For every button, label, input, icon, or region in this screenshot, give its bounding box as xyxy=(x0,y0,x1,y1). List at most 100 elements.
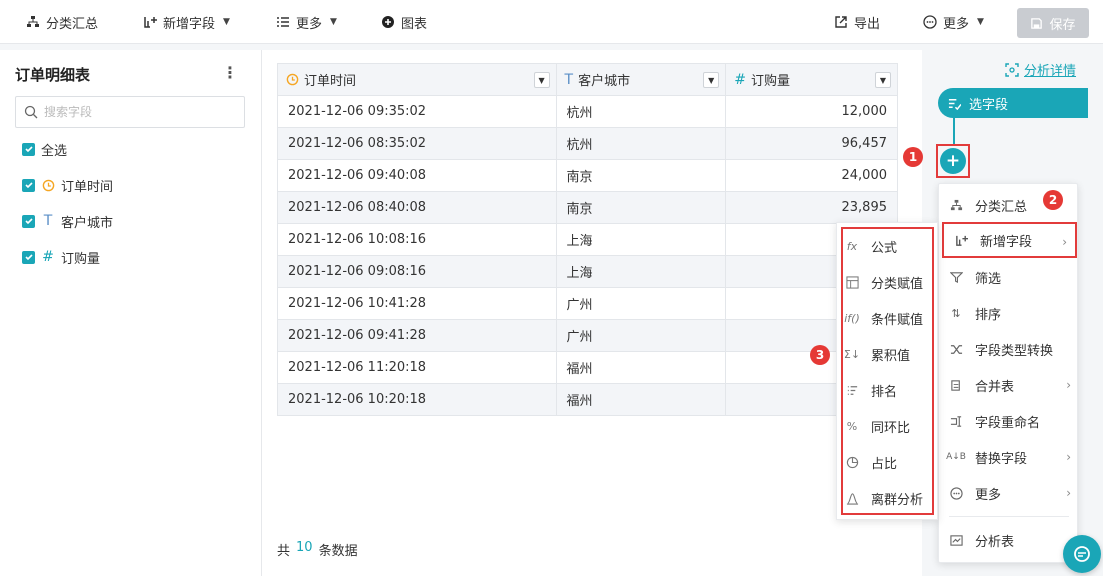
table-cell: 2021-12-06 09:35:02 xyxy=(277,95,557,128)
vertical-dots-icon[interactable]: ⋮ xyxy=(222,62,238,82)
menu-item-sort[interactable]: ⇅ 排序 xyxy=(939,295,1079,331)
table-cell: 福州 xyxy=(555,351,727,384)
submenu-item-label: 排名 xyxy=(871,384,898,400)
step-select-fields[interactable]: 选字段 xyxy=(938,88,1088,118)
more-button[interactable]: 更多 ▼ xyxy=(276,0,337,44)
text-type-icon: T xyxy=(43,213,53,229)
export-button[interactable]: 导出 xyxy=(834,0,880,44)
add-step-button[interactable]: + xyxy=(940,148,966,174)
column-header-customer-city[interactable]: T 客户城市 ▼ xyxy=(555,63,727,96)
submenu-item-period-compare[interactable]: % 同环比 xyxy=(845,408,910,444)
checkbox-checked-icon[interactable] xyxy=(22,250,35,264)
menu-item-label: 合并表 xyxy=(975,379,1015,395)
cumulative-icon: Σ↓ xyxy=(843,347,861,361)
pie-icon xyxy=(845,455,859,469)
hierarchy-icon xyxy=(949,198,963,212)
menu-item-label: 分类汇总 xyxy=(975,199,1028,215)
add-step-menu: 分类汇总 新增字段 › 筛选 ⇅ 排序 字段类型转换 合并表 › 字段重命名 A… xyxy=(938,183,1078,563)
add-field-icon xyxy=(954,233,968,247)
submenu-item-label: 同环比 xyxy=(871,420,911,436)
menu-item-replace-field[interactable]: A↓B 替换字段 › xyxy=(939,439,1079,475)
category-assign-icon xyxy=(845,275,859,289)
submenu-item-outlier[interactable]: 离群分析 xyxy=(845,480,923,516)
menu-item-rename-field[interactable]: 字段重命名 xyxy=(939,403,1079,439)
submenu-item-proportion[interactable]: 占比 xyxy=(845,444,897,480)
clock-icon xyxy=(41,178,55,192)
table-cell: 2021-12-06 08:40:08 xyxy=(277,191,557,224)
table-cell: 2021-12-06 09:08:16 xyxy=(277,255,557,288)
step-badge-1: 1 xyxy=(903,147,923,167)
field-item-order-time[interactable]: 订单时间 xyxy=(22,174,113,196)
checkbox-checked-icon[interactable] xyxy=(22,142,35,156)
submenu-item-category-assign[interactable]: 分类赋值 xyxy=(845,264,923,300)
select-field-icon xyxy=(948,98,961,110)
submenu-item-label: 公式 xyxy=(871,240,898,256)
table-row: 2021-12-06 10:08:16 上海 xyxy=(277,223,898,256)
more-right-button[interactable]: 更多 ▼ xyxy=(923,0,984,44)
column-dropdown-icon[interactable]: ▼ xyxy=(533,72,550,88)
select-all-row[interactable]: 全选 xyxy=(22,138,67,160)
add-field-button[interactable]: 新增字段 ▼ xyxy=(143,0,230,44)
table-row: 2021-12-06 11:20:18 福州 xyxy=(277,351,898,384)
table-row: 2021-12-06 08:40:08 南京 23,895 xyxy=(277,191,898,224)
chart-button[interactable]: 图表 xyxy=(381,0,427,44)
chevron-right-icon: › xyxy=(1066,378,1071,392)
field-label: 订购量 xyxy=(61,251,101,267)
filter-icon xyxy=(949,270,963,284)
add-step-highlight: + xyxy=(936,144,970,178)
checkbox-checked-icon[interactable] xyxy=(22,214,35,228)
table-cell: 2021-12-06 11:20:18 xyxy=(277,351,557,384)
top-toolbar: 分类汇总 新增字段 ▼ 更多 ▼ 图表 导出 更多 ▼ 保存 xyxy=(0,0,1103,44)
column-dropdown-icon[interactable]: ▼ xyxy=(703,72,720,88)
search-input[interactable] xyxy=(44,105,224,119)
column-dropdown-icon[interactable]: ▼ xyxy=(875,72,891,88)
checkbox-checked-icon[interactable] xyxy=(22,178,35,192)
table-cell: 2021-12-06 10:08:16 xyxy=(277,223,557,256)
group-summary-button[interactable]: 分类汇总 xyxy=(26,0,98,44)
outlier-icon xyxy=(845,491,859,505)
column-header-label: 订单时间 xyxy=(304,74,357,89)
plus-circle-icon xyxy=(382,16,394,28)
submenu-item-label: 条件赋值 xyxy=(871,312,924,328)
analysis-table-icon xyxy=(949,533,963,547)
text-type-icon: T xyxy=(564,71,574,88)
submenu-item-cumulative[interactable]: Σ↓ 累积值 xyxy=(843,336,910,372)
caret-down-icon: ▼ xyxy=(330,17,337,27)
analysis-detail-link[interactable]: 分析详情 xyxy=(1005,60,1076,79)
menu-item-analysis-table[interactable]: 分析表 xyxy=(939,522,1079,558)
step-label: 选字段 xyxy=(969,97,1009,113)
submenu-item-formula[interactable]: fx 公式 xyxy=(845,228,897,264)
menu-item-label: 新增字段 xyxy=(980,234,1033,250)
hierarchy-icon xyxy=(27,16,39,27)
field-item-order-qty[interactable]: # 订购量 xyxy=(22,246,100,268)
submenu-item-condition-assign[interactable]: if() 条件赋值 xyxy=(844,300,924,336)
field-item-customer-city[interactable]: T 客户城市 xyxy=(22,210,113,232)
menu-item-label: 排序 xyxy=(975,307,1002,323)
number-type-icon: # xyxy=(42,249,54,265)
column-header-order-time[interactable]: 订单时间 ▼ xyxy=(277,63,557,96)
column-header-order-qty[interactable]: # 订购量 ▼ xyxy=(725,63,898,96)
menu-item-type-convert[interactable]: 字段类型转换 xyxy=(939,331,1079,367)
chat-support-button[interactable] xyxy=(1063,535,1101,573)
add-field-label: 新增字段 xyxy=(163,16,216,32)
chart-label: 图表 xyxy=(401,16,428,32)
table-cell: 广州 xyxy=(555,287,727,320)
rename-icon xyxy=(949,414,963,428)
row-count: 共 10 条数据 xyxy=(277,540,358,559)
more-right-label: 更多 xyxy=(943,16,970,32)
table-cell: 广州 xyxy=(555,319,727,352)
table-cell: 12,000 xyxy=(725,95,898,128)
select-all-label: 全选 xyxy=(41,143,68,159)
menu-item-merge-table[interactable]: 合并表 › xyxy=(939,367,1079,403)
more-label: 更多 xyxy=(296,16,323,32)
menu-item-more[interactable]: 更多 › xyxy=(939,475,1079,511)
submenu-item-label: 离群分析 xyxy=(871,492,924,508)
formula-icon: fx xyxy=(846,239,858,253)
submenu-item-rank[interactable]: 排名 xyxy=(845,372,897,408)
percent-icon: % xyxy=(846,419,858,433)
menu-item-add-field[interactable]: 新增字段 › xyxy=(942,222,1077,258)
save-button[interactable]: 保存 xyxy=(1017,8,1089,38)
table-cell: 23,895 xyxy=(725,191,898,224)
menu-item-filter[interactable]: 筛选 xyxy=(939,259,1079,295)
rank-icon xyxy=(845,383,859,397)
